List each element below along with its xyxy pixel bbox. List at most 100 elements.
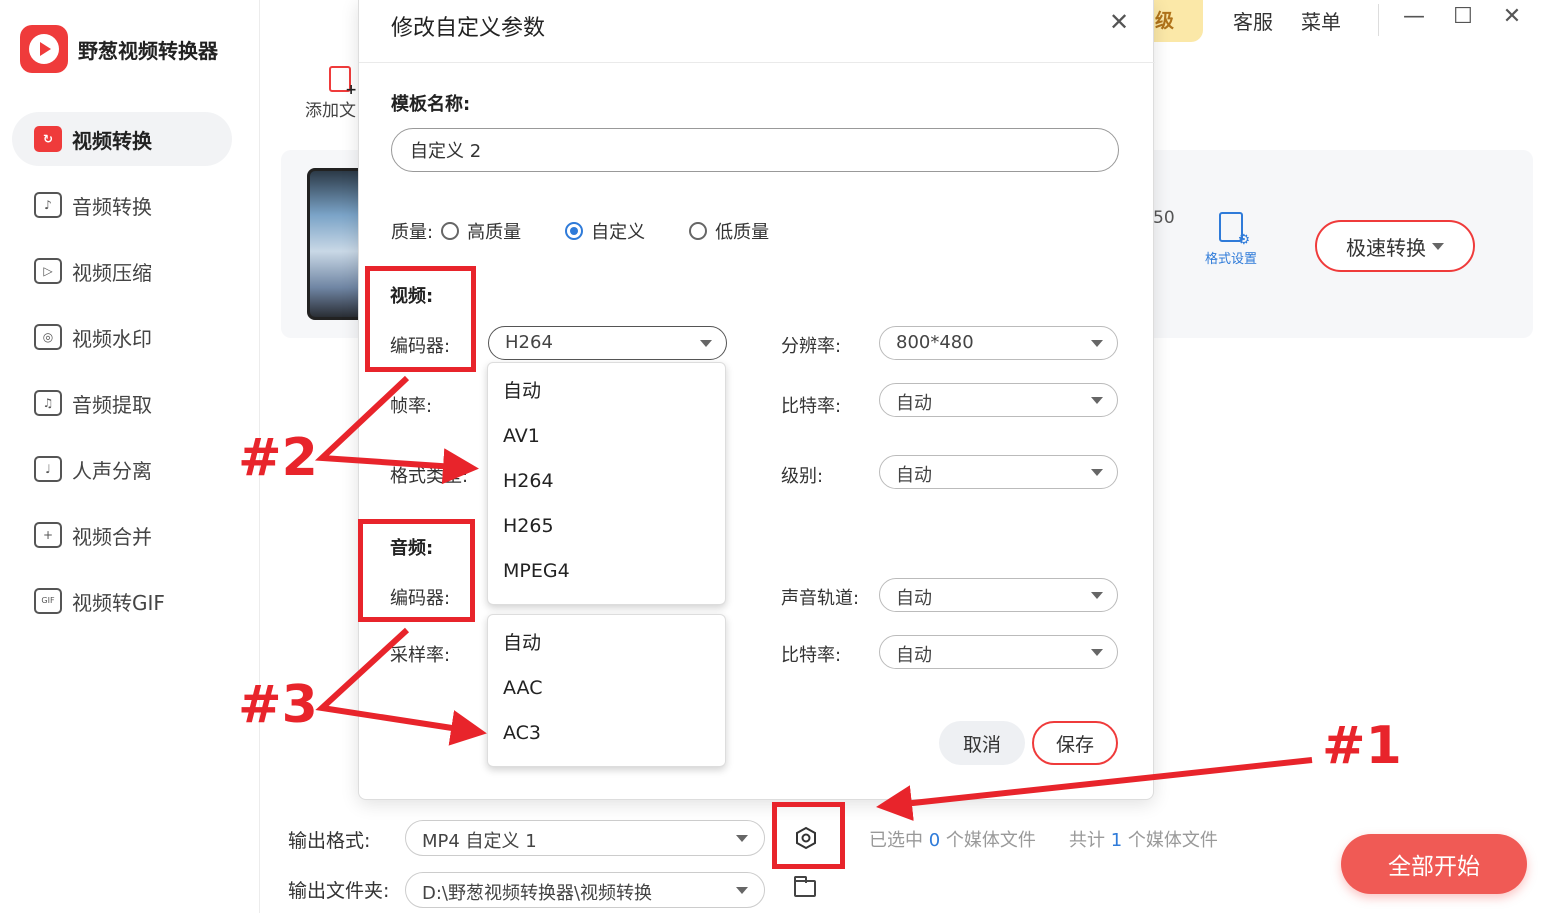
- level-value: 自动: [896, 465, 932, 486]
- resolution-label: 分辨率:: [781, 336, 842, 357]
- sidebar-item-video-merge[interactable]: + 视频合并: [12, 508, 232, 562]
- chevron-down-icon: [1091, 469, 1103, 476]
- sidebar-item-voice-separate[interactable]: ♩ 人声分离: [12, 442, 232, 496]
- sidebar-nav: ↻ 视频转换 ♪ 音频转换 ▷ 视频压缩 ◎ 视频水印 ♫ 音频提取 ♩ 人声分…: [12, 112, 232, 640]
- radio-selected-icon: [565, 222, 584, 240]
- output-folder-value: D:\野葱视频转换器\视频转换: [422, 883, 653, 904]
- sidebar-item-video-watermark[interactable]: ◎ 视频水印: [12, 310, 232, 364]
- format-type-label: 格式类型:: [390, 466, 469, 487]
- annotation-box-settings: [772, 802, 845, 869]
- sidebar-item-label: 视频转换: [72, 128, 152, 153]
- audio-codec-dropdown: 自动 AAC AC3: [487, 614, 726, 767]
- audio-codec-option[interactable]: AC3: [488, 711, 725, 756]
- audio-channel-label: 声音轨道:: [781, 588, 860, 609]
- level-select[interactable]: 自动: [879, 455, 1118, 489]
- dialog-close-icon[interactable]: ✕: [1107, 8, 1131, 36]
- cancel-button[interactable]: 取消: [939, 721, 1025, 765]
- sidebar-item-video-convert[interactable]: ↻ 视频转换: [12, 112, 232, 166]
- quality-option-low[interactable]: 低质量: [689, 218, 769, 244]
- customer-service-button[interactable]: 客服: [1233, 6, 1273, 35]
- chevron-down-icon: [1091, 397, 1103, 404]
- audio-channel-value: 自动: [896, 588, 932, 609]
- output-folder-label: 输出文件夹:: [288, 880, 390, 902]
- folder-icon[interactable]: [794, 876, 816, 897]
- video-compress-icon: ▷: [34, 258, 62, 284]
- level-label: 级别:: [781, 466, 824, 487]
- sidebar-item-label: 视频压缩: [72, 260, 152, 285]
- sidebar-item-label: 视频水印: [72, 326, 152, 351]
- add-file-label: 添加文: [305, 101, 356, 121]
- chevron-down-icon: [736, 835, 748, 842]
- sidebar-item-video-compress[interactable]: ▷ 视频压缩: [12, 244, 232, 298]
- annotation-label-2: #2: [238, 428, 318, 488]
- audio-convert-icon: ♪: [34, 192, 62, 218]
- audio-bitrate-value: 自动: [896, 645, 932, 666]
- save-button[interactable]: 保存: [1032, 721, 1118, 765]
- video-codec-dropdown: 自动 AV1 H264 H265 MPEG4: [487, 362, 726, 605]
- video-codec-option[interactable]: 自动: [488, 369, 725, 414]
- resolution-value: 800*480: [896, 332, 974, 353]
- format-settings-icon: [1219, 212, 1250, 248]
- minimize-icon[interactable]: —: [1399, 4, 1429, 29]
- video-bitrate-value: 自动: [896, 393, 932, 414]
- audio-channel-select[interactable]: 自动: [879, 578, 1118, 612]
- video-codec-option[interactable]: H264: [488, 459, 725, 504]
- sidebar-item-audio-extract[interactable]: ♫ 音频提取: [12, 376, 232, 430]
- chevron-down-icon: [700, 340, 712, 347]
- chevron-down-icon: [1091, 649, 1103, 656]
- video-bitrate-select[interactable]: 自动: [879, 383, 1118, 417]
- total-count-text: 共计 1 个媒体文件: [1069, 830, 1218, 851]
- voice-separate-icon: ♩: [34, 456, 62, 482]
- dialog-title: 修改自定义参数: [391, 16, 546, 41]
- audio-codec-option[interactable]: 自动: [488, 621, 725, 666]
- annotation-label-3: #3: [238, 675, 318, 735]
- audio-bitrate-label: 比特率:: [781, 645, 842, 666]
- video-codec-option[interactable]: H265: [488, 504, 725, 549]
- selected-count-text: 已选中 0 个媒体文件: [869, 830, 1036, 851]
- quality-radio-group: 质量: 高质量 自定义 低质量: [391, 218, 813, 244]
- format-settings-label: 格式设置: [1204, 252, 1257, 267]
- close-icon[interactable]: ✕: [1497, 4, 1527, 29]
- sidebar-item-audio-convert[interactable]: ♪ 音频转换: [12, 178, 232, 232]
- sidebar-item-video-gif[interactable]: GIF 视频转GIF: [12, 574, 232, 628]
- chevron-down-icon: [736, 887, 748, 894]
- video-gif-icon: GIF: [34, 588, 62, 614]
- add-file-button[interactable]: 添加文: [305, 66, 365, 121]
- menu-button[interactable]: 菜单: [1301, 6, 1341, 35]
- sidebar: 野葱视频转换器 ↻ 视频转换 ♪ 音频转换 ▷ 视频压缩 ◎ 视频水印 ♫ 音频…: [0, 0, 260, 913]
- maximize-icon[interactable]: ☐: [1448, 4, 1478, 29]
- annotation-box-audio-codec: [358, 519, 475, 622]
- speed-convert-button[interactable]: 极速转换: [1315, 220, 1475, 272]
- format-settings-button[interactable]: 格式设置: [1200, 212, 1262, 267]
- chevron-down-icon: [1432, 242, 1444, 250]
- radio-icon: [689, 222, 708, 240]
- sidebar-item-label: 音频转换: [72, 194, 152, 219]
- template-name-label: 模板名称:: [391, 94, 471, 115]
- template-name-input[interactable]: [391, 128, 1119, 172]
- sidebar-item-label: 人声分离: [72, 458, 152, 483]
- quality-label: 质量:: [391, 222, 434, 243]
- video-watermark-icon: ◎: [34, 324, 62, 350]
- video-codec-value: H264: [505, 332, 553, 353]
- video-bitrate-label: 比特率:: [781, 396, 842, 417]
- resolution-select[interactable]: 800*480: [879, 326, 1118, 360]
- annotation-label-1: #1: [1322, 716, 1402, 776]
- samplerate-label: 采样率:: [390, 645, 451, 666]
- file-info-fragment: 50: [1153, 208, 1175, 228]
- sidebar-item-label: 视频转GIF: [72, 590, 165, 615]
- start-all-button[interactable]: 全部开始: [1341, 834, 1527, 894]
- video-codec-option[interactable]: MPEG4: [488, 549, 725, 594]
- chevron-down-icon: [1091, 340, 1103, 347]
- output-folder-select[interactable]: D:\野葱视频转换器\视频转换: [405, 872, 765, 908]
- quality-option-custom[interactable]: 自定义: [565, 218, 645, 244]
- app-name: 野葱视频转换器: [78, 38, 218, 63]
- video-codec-option[interactable]: AV1: [488, 414, 725, 459]
- output-format-select[interactable]: MP4 自定义 1: [405, 820, 765, 856]
- dialog-divider: [359, 62, 1155, 63]
- video-codec-select[interactable]: H264: [488, 326, 727, 360]
- speed-convert-label: 极速转换: [1346, 235, 1426, 260]
- chevron-down-icon: [1091, 592, 1103, 599]
- quality-option-high[interactable]: 高质量: [441, 218, 521, 244]
- audio-codec-option[interactable]: AAC: [488, 666, 725, 711]
- audio-bitrate-select[interactable]: 自动: [879, 635, 1118, 669]
